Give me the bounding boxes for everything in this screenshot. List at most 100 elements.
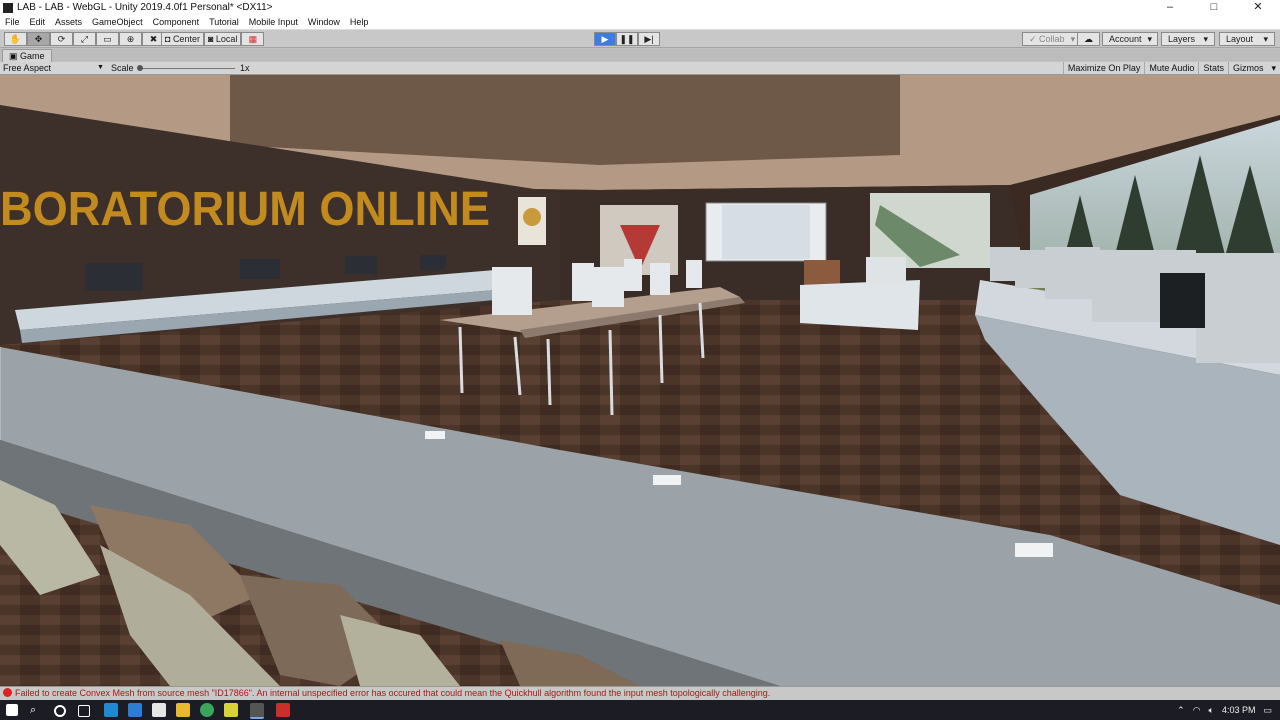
- rotate-tool-button[interactable]: ⟳: [50, 32, 73, 46]
- toolbar: ✋ ✥ ⟳ ⤢ ▭ ⊕ ✖ ◘ Center ◙ Local ▦ ▶ ❚❚ ▶|…: [0, 30, 1280, 48]
- tab-row: ▣ Game: [0, 49, 1280, 62]
- layout-label: Layout: [1226, 34, 1254, 44]
- scale-slider-thumb[interactable]: [137, 65, 143, 71]
- console-status-bar[interactable]: Failed to create Convex Mesh from source…: [0, 686, 1280, 700]
- menu-tutorial[interactable]: Tutorial: [204, 17, 244, 27]
- menu-assets[interactable]: Assets: [50, 17, 87, 27]
- minimize-button[interactable]: –: [1148, 0, 1192, 15]
- console-message: Failed to create Convex Mesh from source…: [15, 688, 771, 698]
- menu-file[interactable]: File: [0, 17, 25, 27]
- clock[interactable]: 4:03 PM: [1222, 705, 1256, 715]
- menu-edit[interactable]: Edit: [25, 17, 51, 27]
- pdf-reader-icon[interactable]: [276, 703, 290, 717]
- file-explorer-icon[interactable]: [176, 703, 190, 717]
- transform-tools: ✋ ✥ ⟳ ⤢ ▭ ⊕ ✖: [4, 32, 165, 46]
- cortana-icon[interactable]: [54, 705, 66, 717]
- wifi-icon[interactable]: ◠: [1193, 705, 1201, 716]
- lecturer-imac: [866, 257, 906, 285]
- error-icon: [3, 688, 12, 697]
- system-tray: ⌃ ◠ 🔈︎ 4:03 PM ▭: [1169, 700, 1280, 720]
- volume-icon[interactable]: 🔈︎: [1209, 705, 1214, 716]
- scale-slider[interactable]: [140, 68, 235, 69]
- rotate-icon: ⟳: [57, 34, 66, 44]
- mute-audio-toggle[interactable]: Mute Audio: [1144, 62, 1198, 74]
- play-controls: ▶ ❚❚ ▶|: [594, 32, 660, 46]
- move-icon: ✥: [34, 34, 43, 44]
- cloud-icon: ☁: [1084, 34, 1093, 44]
- pause-button[interactable]: ❚❚: [616, 32, 638, 46]
- chevron-down-icon: ▾: [1070, 34, 1076, 44]
- aspect-dropdown[interactable]: Free Aspect: [3, 62, 103, 74]
- pivot-center-toggle[interactable]: ◘ Center: [161, 32, 204, 46]
- menu-bar: File Edit Assets GameObject Component Tu…: [0, 15, 1280, 30]
- edge-icon[interactable]: [128, 703, 142, 717]
- menu-help[interactable]: Help: [345, 17, 374, 27]
- collab-label: ✓ Collab: [1029, 34, 1065, 44]
- step-button[interactable]: ▶|: [638, 32, 660, 46]
- app-icon[interactable]: [224, 703, 238, 717]
- game-view-options: Maximize On Play Mute Audio Stats Gizmos…: [1062, 62, 1280, 74]
- windows-start-icon[interactable]: [6, 704, 18, 716]
- pivot-local-toggle[interactable]: ◙ Local: [203, 32, 242, 46]
- pivot-controls: ◘ Center ◙ Local ▦: [161, 32, 265, 46]
- rect-tool-button[interactable]: ▭: [96, 32, 119, 46]
- game-viewport[interactable]: BORATORIUM ONLINE: [0, 75, 1280, 686]
- transform-icon: ⊕: [126, 34, 135, 44]
- cloud-controls: ☁: [1077, 32, 1100, 46]
- scale-value: 1x: [240, 63, 250, 73]
- store-icon[interactable]: [152, 703, 166, 717]
- chevron-up-icon[interactable]: ⌃: [1177, 705, 1185, 716]
- account-dropdown[interactable]: Account ▾: [1102, 32, 1158, 46]
- right-imac-screen: [1160, 273, 1205, 328]
- task-view-icon[interactable]: [78, 705, 90, 717]
- play-icon: ▶: [601, 34, 609, 44]
- move-tool-button[interactable]: ✥: [27, 32, 50, 46]
- layout-dropdown[interactable]: Layout ▾: [1219, 32, 1275, 46]
- hand-icon: ✋: [9, 34, 22, 44]
- menu-window[interactable]: Window: [303, 17, 345, 27]
- scale-tool-button[interactable]: ⤢: [73, 32, 96, 46]
- tab-game[interactable]: ▣ Game: [2, 49, 52, 62]
- chevron-down-icon: ▾: [1263, 34, 1268, 44]
- cloud-button[interactable]: ☁: [1077, 32, 1100, 46]
- gizmos-dropdown[interactable]: Gizmos: [1227, 62, 1268, 74]
- play-button[interactable]: ▶: [594, 32, 616, 46]
- grid-snap-button[interactable]: ▦: [241, 32, 265, 46]
- local-icon: ◙: [207, 34, 216, 44]
- wall-sign-text: BORATORIUM ONLINE: [0, 183, 490, 236]
- close-button[interactable]: ✕: [1236, 0, 1280, 15]
- window-controls: – □ ✕: [1148, 0, 1280, 15]
- chrome-icon[interactable]: [200, 703, 214, 717]
- maximize-button[interactable]: □: [1192, 0, 1236, 15]
- transform-tool-button[interactable]: ⊕: [119, 32, 142, 46]
- chevron-down-icon: ▼: [97, 64, 104, 71]
- layers-dropdown[interactable]: Layers ▾: [1161, 32, 1215, 46]
- edge-browser-icon[interactable]: [104, 703, 118, 717]
- scene-render: BORATORIUM ONLINE: [0, 75, 1280, 686]
- title-bar: LAB - LAB - WebGL - Unity 2019.4.0f1 Per…: [0, 0, 1280, 15]
- stats-toggle[interactable]: Stats: [1198, 62, 1228, 74]
- pivot-label: Center: [172, 34, 200, 44]
- maximize-on-play-toggle[interactable]: Maximize On Play: [1062, 62, 1145, 74]
- notification-icon[interactable]: ▭: [1263, 705, 1272, 716]
- menu-gameobject[interactable]: GameObject: [87, 17, 148, 27]
- chevron-down-icon: ▾: [1203, 34, 1208, 44]
- chevron-down-icon: ▾: [1271, 63, 1276, 73]
- collab-dropdown[interactable]: ✓ Collab ▾: [1022, 32, 1083, 46]
- scale-icon: ⤢: [80, 34, 89, 44]
- game-tab-label: Game: [20, 51, 45, 61]
- layers-label: Layers: [1168, 34, 1196, 44]
- account-label: Account: [1109, 34, 1142, 44]
- unity-taskbar-icon[interactable]: [250, 703, 264, 719]
- scale-label: Scale: [111, 63, 134, 73]
- menu-mobile-input[interactable]: Mobile Input: [244, 17, 303, 27]
- pause-icon: ❚❚: [619, 34, 635, 44]
- hand-tool-button[interactable]: ✋: [4, 32, 27, 46]
- unity-logo-icon: [3, 2, 13, 13]
- menu-component[interactable]: Component: [148, 17, 205, 27]
- grid-icon: ▦: [248, 34, 258, 44]
- search-icon[interactable]: ⌕: [30, 703, 44, 717]
- chevron-down-icon: ▾: [1147, 34, 1153, 44]
- slide: [722, 205, 810, 259]
- pivot-icon: ◘: [165, 34, 173, 44]
